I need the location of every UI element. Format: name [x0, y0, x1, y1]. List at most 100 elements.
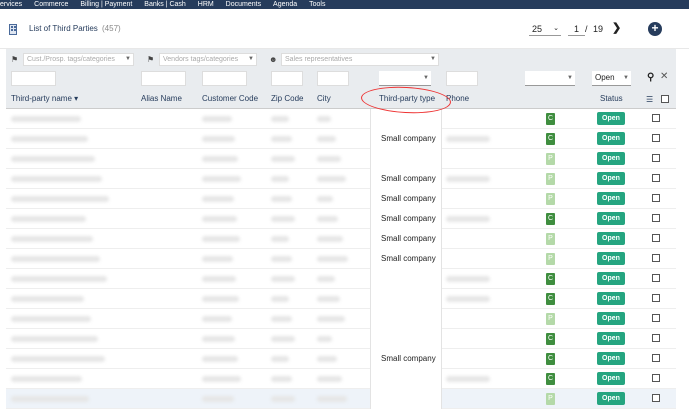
chevron-right-icon[interactable]: ❯	[612, 21, 621, 35]
redacted-cell	[271, 316, 292, 322]
status-badge[interactable]: Open	[597, 312, 625, 325]
status-badge[interactable]: Open	[597, 272, 625, 285]
table-row[interactable]: P Open	[6, 389, 676, 409]
alias-filter-input[interactable]	[141, 71, 186, 86]
page-separator: /	[585, 24, 588, 34]
column-header-city[interactable]: City	[317, 94, 331, 103]
status-badge[interactable]: Open	[597, 152, 625, 165]
column-header-row: Third-party name ▾ Alias Name Customer C…	[6, 89, 676, 109]
customer-badge: C	[546, 273, 555, 285]
row-select-checkbox[interactable]	[652, 394, 660, 402]
column-header-customer-code[interactable]: Customer Code	[202, 94, 258, 103]
select-all-checkbox[interactable]	[661, 95, 669, 103]
column-header-status[interactable]: Status	[600, 94, 623, 103]
list-columns-icon[interactable]: ☰	[646, 95, 653, 104]
name-filter-input[interactable]	[11, 71, 56, 86]
status-badge[interactable]: Open	[597, 132, 625, 145]
third-party-table: ⚑ Cust./Prosp. tags/categories ▼ ⚑ Vendo…	[6, 49, 676, 410]
status-badge[interactable]: Open	[597, 352, 625, 365]
row-select-checkbox[interactable]	[652, 294, 660, 302]
page-number-input[interactable]: 1	[568, 22, 585, 36]
column-header-name[interactable]: Third-party name ▾	[11, 94, 78, 103]
nav-item-commerce[interactable]: Commerce	[34, 0, 68, 9]
customer-badge: C	[546, 293, 555, 305]
column-header-zip[interactable]: Zip Code	[271, 94, 303, 103]
table-row[interactable]: C Open	[6, 329, 676, 349]
per-page-value: 25	[532, 24, 543, 34]
table-row[interactable]: Small company C Open	[6, 209, 676, 229]
redacted-cell	[317, 116, 331, 122]
table-row[interactable]: Small company C Open	[6, 129, 676, 149]
status-badge[interactable]: Open	[597, 332, 625, 345]
third-party-type-cell	[370, 309, 442, 329]
phone-filter-input[interactable]	[446, 71, 478, 86]
status-filter-select[interactable]: Open ▼	[592, 71, 631, 86]
table-row[interactable]: Small company P Open	[6, 169, 676, 189]
redacted-cell	[271, 336, 295, 342]
row-select-checkbox[interactable]	[652, 174, 660, 182]
nav-item-hrm[interactable]: HRM	[198, 0, 214, 9]
redacted-cell	[11, 256, 100, 262]
per-page-select[interactable]: 25 ⌄	[529, 22, 561, 36]
row-select-checkbox[interactable]	[652, 214, 660, 222]
third-party-type-cell: Small company	[370, 169, 442, 189]
category-filter-select[interactable]: ▼	[525, 71, 575, 86]
row-select-checkbox[interactable]	[652, 354, 660, 362]
nav-item-agenda[interactable]: Agenda	[273, 0, 297, 9]
row-select-checkbox[interactable]	[652, 334, 660, 342]
vendor-tags-placeholder: Vendors tags/categories	[163, 56, 239, 63]
row-select-checkbox[interactable]	[652, 374, 660, 382]
nav-item-banks[interactable]: Banks | Cash	[144, 0, 186, 9]
tag-icon: ⚑	[11, 55, 19, 64]
row-select-checkbox[interactable]	[652, 154, 660, 162]
status-badge[interactable]: Open	[597, 372, 625, 385]
table-row[interactable]: Small company P Open	[6, 229, 676, 249]
status-badge[interactable]: Open	[597, 252, 625, 265]
city-filter-input[interactable]	[317, 71, 349, 86]
nav-item-tools[interactable]: Tools	[309, 0, 325, 9]
nav-item-documents[interactable]: Documents	[226, 0, 261, 9]
table-row[interactable]: Small company C Open	[6, 349, 676, 369]
row-select-checkbox[interactable]	[652, 234, 660, 242]
sales-rep-filter[interactable]: Sales representatives ▼	[281, 53, 439, 66]
customer-tags-filter[interactable]: Cust./Prosp. tags/categories ▼	[23, 53, 134, 66]
row-select-checkbox[interactable]	[652, 134, 660, 142]
search-icon[interactable]: ⚲	[647, 72, 654, 83]
status-badge[interactable]: Open	[597, 292, 625, 305]
redacted-cell	[202, 336, 235, 342]
status-badge[interactable]: Open	[597, 112, 625, 125]
status-badge[interactable]: Open	[597, 392, 625, 405]
table-row[interactable]: Small company P Open	[6, 189, 676, 209]
table-row[interactable]: Small company P Open	[6, 249, 676, 269]
status-badge[interactable]: Open	[597, 192, 625, 205]
table-row[interactable]: C Open	[6, 269, 676, 289]
status-badge[interactable]: Open	[597, 232, 625, 245]
row-select-checkbox[interactable]	[652, 254, 660, 262]
row-select-checkbox[interactable]	[652, 274, 660, 282]
nav-item-billing[interactable]: Billing | Payment	[80, 0, 132, 9]
nav-item-services[interactable]: ervices	[0, 0, 22, 9]
table-row[interactable]: C Open	[6, 369, 676, 389]
type-filter-select[interactable]: ▼	[379, 71, 431, 86]
redacted-phone	[446, 136, 490, 142]
add-third-party-button[interactable]: +	[648, 22, 662, 36]
table-row[interactable]: P Open	[6, 309, 676, 329]
zip-filter-input[interactable]	[271, 71, 303, 86]
row-select-checkbox[interactable]	[652, 314, 660, 322]
row-select-checkbox[interactable]	[652, 194, 660, 202]
status-badge[interactable]: Open	[597, 172, 625, 185]
customer-code-filter-input[interactable]	[202, 71, 247, 86]
status-badge[interactable]: Open	[597, 212, 625, 225]
row-select-checkbox[interactable]	[652, 114, 660, 122]
redacted-cell	[271, 276, 295, 282]
column-header-alias[interactable]: Alias Name	[141, 94, 182, 103]
table-row[interactable]: C Open	[6, 289, 676, 309]
third-party-type-cell	[370, 389, 442, 409]
table-row[interactable]: C Open	[6, 109, 676, 129]
chevron-down-icon: ▼	[623, 75, 629, 81]
redacted-cell	[202, 136, 235, 142]
vendor-tags-filter[interactable]: Vendors tags/categories ▼	[159, 53, 257, 66]
close-icon[interactable]: ✕	[660, 71, 668, 82]
table-row[interactable]: P Open	[6, 149, 676, 169]
third-party-type-cell: Small company	[370, 189, 442, 209]
